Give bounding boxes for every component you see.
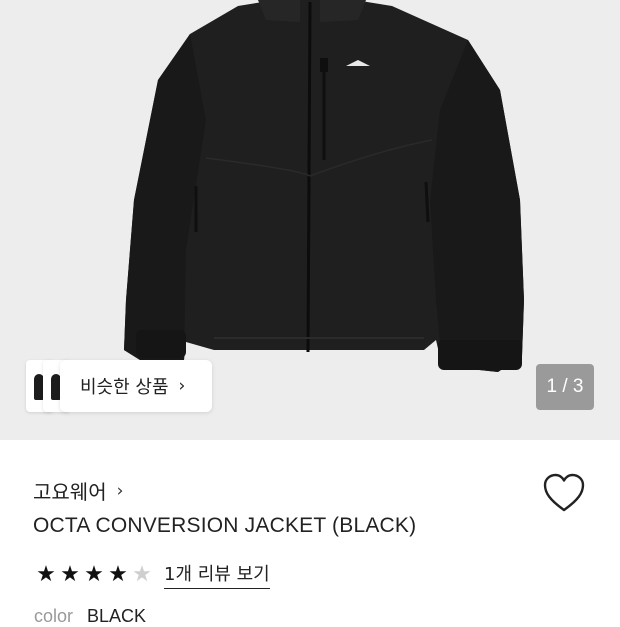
heart-outline-icon: [543, 473, 585, 512]
brand-name: 고요웨어: [33, 480, 107, 504]
star-icon: ★: [60, 561, 80, 587]
color-value: BLACK: [87, 606, 147, 626]
brand-link[interactable]: 고요웨어 ›: [33, 476, 123, 505]
product-title: OCTA CONVERSION JACKET (BLACK): [33, 514, 417, 537]
color-row: color BLACK: [34, 606, 146, 627]
star-icon: ★: [84, 561, 104, 587]
pager-text: 1 / 3: [546, 376, 584, 397]
similar-products-label-box: 비슷한 상품 ›: [60, 360, 212, 412]
color-label: color: [34, 606, 74, 626]
similar-products-label: 비슷한 상품: [80, 377, 169, 398]
chevron-right-icon: ›: [116, 480, 124, 501]
image-pager-indicator: 1 / 3: [536, 364, 594, 410]
similar-products-button[interactable]: 비슷한 상품 ›: [26, 360, 212, 412]
star-icon: ★: [36, 561, 56, 587]
review-link[interactable]: 1개 리뷰 보기: [164, 560, 270, 589]
product-image-carousel[interactable]: 비슷한 상품 › 1 / 3: [0, 0, 620, 440]
wishlist-button[interactable]: [542, 472, 586, 514]
rating-row: ★ ★ ★ ★ ★ 1개 리뷰 보기: [34, 560, 270, 589]
star-icon: ★: [108, 561, 128, 587]
star-icon: ★: [132, 561, 152, 587]
chevron-right-icon: ›: [178, 376, 186, 396]
star-rating: ★ ★ ★ ★ ★: [34, 561, 154, 587]
